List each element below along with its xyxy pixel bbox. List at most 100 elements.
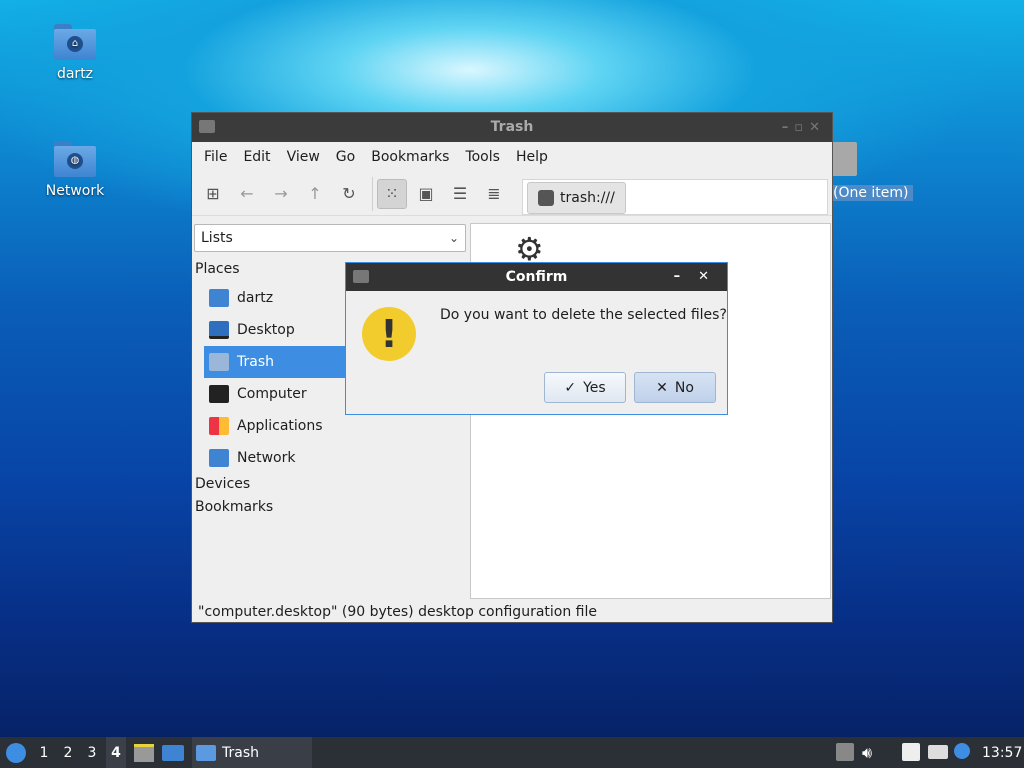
- bookmarks-header[interactable]: Bookmarks: [195, 499, 273, 515]
- sidebar-item-label: Desktop: [237, 322, 295, 338]
- reload-button[interactable]: ↻: [334, 179, 364, 209]
- reload-icon: ↻: [342, 184, 356, 203]
- desktop-icon-network[interactable]: ◍ Network: [25, 141, 125, 199]
- file-manager-icon: [134, 743, 154, 762]
- start-menu-icon: [6, 742, 26, 763]
- side-pane-mode-value: Lists: [201, 230, 233, 246]
- menu-bookmarks[interactable]: Bookmarks: [363, 149, 457, 165]
- desktop-icon: [209, 321, 229, 339]
- sidebar-item-label: Applications: [237, 418, 323, 434]
- minimize-icon[interactable]: –: [782, 120, 795, 135]
- path-button[interactable]: trash:///: [527, 182, 626, 214]
- notes-icon[interactable]: [902, 743, 920, 761]
- desktop-trash-label: (One item): [829, 185, 913, 201]
- menu-view[interactable]: View: [279, 149, 328, 165]
- checkmark-icon: ✓: [564, 379, 577, 396]
- trash-icon: [831, 142, 857, 176]
- computer-icon: [209, 385, 229, 403]
- task-trash[interactable]: Trash: [192, 737, 312, 768]
- path-label: trash:///: [560, 190, 615, 206]
- trash-location-icon: [538, 190, 554, 206]
- show-desktop-icon: [162, 744, 184, 761]
- start-menu-button[interactable]: [4, 737, 28, 768]
- applications-icon: [209, 417, 229, 435]
- sidebar-item-label: dartz: [237, 290, 274, 306]
- close-icon[interactable]: ✕: [809, 120, 826, 135]
- taskbar: 1 2 3 4 Trash 🔊︎ 13:57: [0, 737, 1024, 768]
- task-label: Trash: [222, 744, 259, 761]
- menu-help[interactable]: Help: [508, 149, 556, 165]
- confirm-dialog: Confirm –✕ ! Do you want to delete the s…: [345, 262, 728, 415]
- no-button[interactable]: ✕ No: [634, 372, 716, 403]
- desktop-icon-label: dartz: [56, 66, 94, 82]
- home-folder-icon: ⌂: [54, 24, 96, 60]
- menu-edit[interactable]: Edit: [235, 149, 278, 165]
- show-desktop-button[interactable]: [162, 737, 184, 768]
- warning-icon: !: [362, 307, 416, 361]
- back-button[interactable]: ←: [232, 179, 262, 209]
- back-icon: ←: [240, 184, 254, 203]
- menu-file[interactable]: File: [196, 149, 235, 165]
- compact-view-icon: ☰: [452, 184, 468, 203]
- side-pane-mode-select[interactable]: Lists ⌄: [194, 224, 466, 252]
- network-status-icon[interactable]: [928, 745, 948, 759]
- toolbar-separator: [372, 176, 373, 211]
- no-button-label: No: [674, 379, 694, 396]
- yes-button-label: Yes: [583, 379, 606, 396]
- sidebar-item-network[interactable]: Network: [204, 442, 466, 474]
- folder-icon: [196, 744, 216, 761]
- forward-button[interactable]: →: [266, 179, 296, 209]
- icon-view-icon: ⁙: [385, 184, 399, 203]
- file-manager-launcher[interactable]: [134, 737, 154, 768]
- places-header[interactable]: Places: [195, 261, 240, 277]
- menu-tools[interactable]: Tools: [457, 149, 508, 165]
- desktop-icon-dartz[interactable]: ⌂ dartz: [25, 24, 125, 82]
- clock[interactable]: 13:57: [982, 737, 1022, 768]
- status-bar: "computer.desktop" (90 bytes) desktop co…: [198, 604, 597, 620]
- compact-view-button[interactable]: ☰: [445, 179, 475, 209]
- dialog-window-controls[interactable]: –✕: [674, 263, 727, 291]
- dialog-title: Confirm: [505, 269, 568, 285]
- network-folder-icon: [209, 449, 229, 467]
- up-icon: ↑: [308, 184, 322, 203]
- folder-icon: [353, 270, 369, 283]
- detailed-list-icon: ≣: [487, 184, 501, 203]
- icon-view-button[interactable]: ⁙: [377, 178, 407, 209]
- maximize-icon[interactable]: ▫: [794, 120, 809, 135]
- devices-header[interactable]: Devices: [195, 476, 250, 492]
- thumbnail-view-button[interactable]: ▣: [411, 179, 441, 209]
- dialog-message: Do you want to delete the selected files…: [440, 307, 727, 323]
- thumbnail-view-icon: ▣: [418, 184, 434, 203]
- sidebar-item-label: Computer: [237, 386, 307, 402]
- desktop-icon-label: Network: [45, 183, 105, 199]
- sidebar-item-label: Trash: [237, 354, 274, 370]
- close-icon[interactable]: ✕: [698, 269, 727, 284]
- minimize-icon[interactable]: –: [674, 269, 699, 284]
- cross-icon: ✕: [656, 379, 668, 396]
- dialog-titlebar[interactable]: Confirm –✕: [346, 263, 727, 291]
- workspace-3[interactable]: 3: [82, 737, 102, 768]
- folder-icon: [199, 120, 215, 133]
- path-bar[interactable]: trash:///: [522, 179, 828, 215]
- menu-go[interactable]: Go: [328, 149, 363, 165]
- workspace-2[interactable]: 2: [58, 737, 78, 768]
- home-folder-icon: [209, 289, 229, 307]
- detailed-list-button[interactable]: ≣: [479, 179, 509, 209]
- window-titlebar[interactable]: Trash –▫✕: [192, 113, 832, 142]
- update-notification-icon[interactable]: [954, 743, 970, 759]
- forward-icon: →: [274, 184, 288, 203]
- clipboard-icon[interactable]: [836, 743, 854, 761]
- network-folder-icon: ◍: [54, 141, 96, 177]
- trash-icon: [209, 353, 229, 371]
- new-tab-icon: ⊞: [206, 184, 220, 203]
- chevron-down-icon: ⌄: [448, 231, 459, 245]
- up-button[interactable]: ↑: [300, 179, 330, 209]
- desktop-icon-trash[interactable]: (One item): [829, 138, 913, 208]
- yes-button[interactable]: ✓ Yes: [544, 372, 626, 403]
- workspace-4[interactable]: 4: [106, 737, 126, 768]
- workspace-1[interactable]: 1: [34, 737, 54, 768]
- volume-icon[interactable]: 🔊︎: [862, 737, 872, 768]
- window-controls[interactable]: –▫✕: [782, 113, 826, 142]
- sidebar-item-label: Network: [237, 450, 296, 466]
- new-tab-button[interactable]: ⊞: [198, 179, 228, 209]
